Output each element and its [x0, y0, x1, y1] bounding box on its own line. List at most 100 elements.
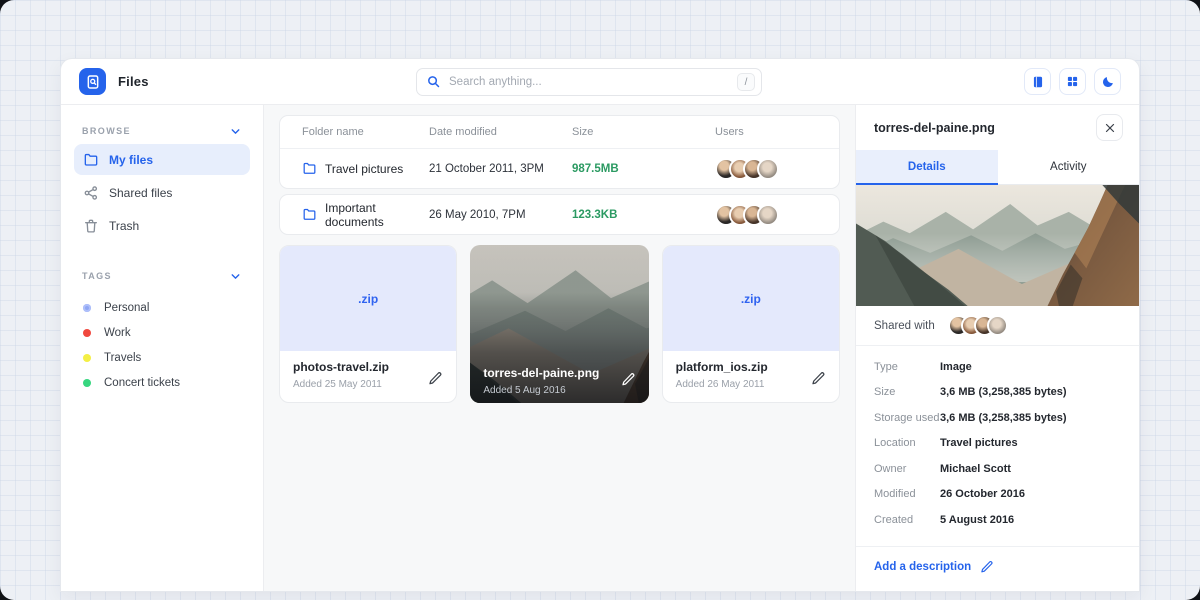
moon-icon [1101, 75, 1115, 89]
mountain-photo-preview [856, 185, 1139, 306]
detail-value: 5 August 2016 [940, 514, 1014, 526]
detail-label: Type [874, 361, 940, 373]
tag-item-personal[interactable]: Personal [74, 295, 250, 320]
detail-row-owner: Owner Michael Scott [874, 456, 1121, 482]
tag-label: Work [104, 327, 131, 339]
folder-name: Important documents [325, 201, 429, 229]
tag-color-dot [83, 304, 91, 312]
search-bar: / [416, 68, 762, 96]
zip-badge: .zip [358, 292, 378, 306]
detail-label: Modified [874, 488, 940, 500]
table-row[interactable]: Important documents 26 May 2010, 7PM 123… [280, 195, 839, 234]
folder-name: Travel pictures [325, 162, 403, 176]
shared-avatars[interactable] [948, 315, 1008, 336]
date-modified: 26 May 2010, 7PM [429, 209, 572, 221]
users-avatars [715, 204, 817, 226]
detail-row-storage-used: Storage used 3,6 MB (3,258,385 bytes) [874, 405, 1121, 431]
table-header: Folder name Date modified Size Users [280, 116, 839, 149]
search-icon [426, 74, 441, 89]
tab-details[interactable]: Details [856, 150, 998, 185]
app-logo[interactable] [79, 68, 106, 95]
desktop-background: Files / [0, 0, 1200, 600]
detail-row-created: Created 5 August 2016 [874, 507, 1121, 533]
file-preview-image[interactable] [856, 185, 1139, 306]
folders-table: Folder name Date modified Size Users Tra… [279, 115, 840, 189]
shared-with-label: Shared with [874, 320, 935, 332]
grid-icon [1066, 75, 1079, 88]
sidebar-item-trash[interactable]: Trash [74, 210, 250, 241]
chevron-down-icon[interactable] [229, 125, 242, 138]
top-bar: Files / [61, 59, 1139, 105]
file-added-date: Added 5 Aug 2016 [483, 385, 635, 396]
column-size: Size [572, 126, 715, 138]
tag-item-travels[interactable]: Travels [74, 345, 250, 370]
detail-label: Location [874, 437, 940, 449]
tab-activity[interactable]: Activity [998, 150, 1140, 185]
close-panel-button[interactable] [1096, 114, 1123, 141]
tag-item-work[interactable]: Work [74, 320, 250, 345]
file-search-icon [85, 74, 101, 90]
edit-pencil-icon[interactable] [428, 371, 443, 386]
file-added-date: Added 25 May 2011 [293, 379, 443, 390]
sidebar-item-shared-files[interactable]: Shared files [74, 177, 250, 208]
sidebar-item-label: My files [109, 153, 153, 167]
table-row[interactable]: Travel pictures 21 October 2011, 3PM 987… [280, 149, 839, 188]
detail-label: Owner [874, 463, 940, 475]
file-added-date: Added 26 May 2011 [676, 379, 826, 390]
tag-label: Travels [104, 352, 141, 364]
avatar [987, 315, 1008, 336]
detail-value: Travel pictures [940, 437, 1018, 449]
file-name: torres-del-paine.png [483, 366, 635, 380]
book-icon [1031, 75, 1045, 89]
chevron-down-icon[interactable] [229, 270, 242, 283]
search-input[interactable] [416, 68, 762, 96]
dark-mode-toggle[interactable] [1094, 68, 1121, 95]
add-description-label: Add a description [874, 561, 971, 573]
tags-section-header[interactable]: TAGS [74, 265, 250, 287]
tag-color-dot [83, 379, 91, 387]
main-content: Folder name Date modified Size Users Tra… [264, 105, 855, 591]
bookmarks-button[interactable] [1024, 68, 1051, 95]
sidebar-item-my-files[interactable]: My files [74, 144, 250, 175]
folder-icon [302, 161, 317, 176]
column-folder-name: Folder name [302, 126, 429, 138]
file-card-torres-del-paine-png[interactable]: torres-del-paine.png Added 5 Aug 2016 [470, 245, 648, 403]
file-name: photos-travel.zip [293, 360, 443, 374]
browse-label: BROWSE [82, 126, 131, 136]
edit-pencil-icon[interactable] [811, 371, 826, 386]
tag-label: Personal [104, 302, 149, 314]
edit-pencil-icon[interactable] [621, 372, 636, 387]
detail-value: 26 October 2016 [940, 488, 1025, 500]
add-description-link[interactable]: Add a description [856, 547, 1139, 587]
detail-label: Size [874, 386, 940, 398]
zip-thumbnail: .zip [663, 246, 839, 351]
grid-view-button[interactable] [1059, 68, 1086, 95]
panel-file-title: torres-del-paine.png [874, 121, 995, 135]
tags-label: TAGS [82, 271, 112, 281]
column-users: Users [715, 126, 817, 138]
sidebar-item-label: Shared files [109, 186, 172, 200]
close-icon [1104, 122, 1116, 134]
avatar [757, 204, 779, 226]
users-avatars [715, 158, 817, 180]
files-app-window: Files / [60, 58, 1140, 592]
tag-color-dot [83, 329, 91, 337]
topbar-actions [1024, 68, 1121, 95]
detail-row-size: Size 3,6 MB (3,258,385 bytes) [874, 380, 1121, 406]
search-shortcut-key: / [737, 73, 755, 91]
detail-value: 3,6 MB (3,258,385 bytes) [940, 412, 1067, 424]
file-details-list: Type Image Size 3,6 MB (3,258,385 bytes)… [856, 346, 1139, 547]
sidebar-item-label: Trash [109, 219, 139, 233]
file-name: platform_ios.zip [676, 360, 826, 374]
detail-value: Michael Scott [940, 463, 1011, 475]
file-card-platform-ios-zip[interactable]: .zip platform_ios.zip Added 26 May 2011 [662, 245, 840, 403]
edit-pencil-icon [980, 560, 994, 574]
trash-icon [83, 218, 99, 234]
sidebar: BROWSE My files [61, 105, 264, 591]
browse-section-header[interactable]: BROWSE [74, 120, 250, 142]
detail-row-location: Location Travel pictures [874, 431, 1121, 457]
file-card-photos-travel-zip[interactable]: .zip photos-travel.zip Added 25 May 2011 [279, 245, 457, 403]
folder-icon [302, 207, 317, 222]
tag-item-concert-tickets[interactable]: Concert tickets [74, 370, 250, 395]
zip-thumbnail: .zip [280, 246, 456, 351]
